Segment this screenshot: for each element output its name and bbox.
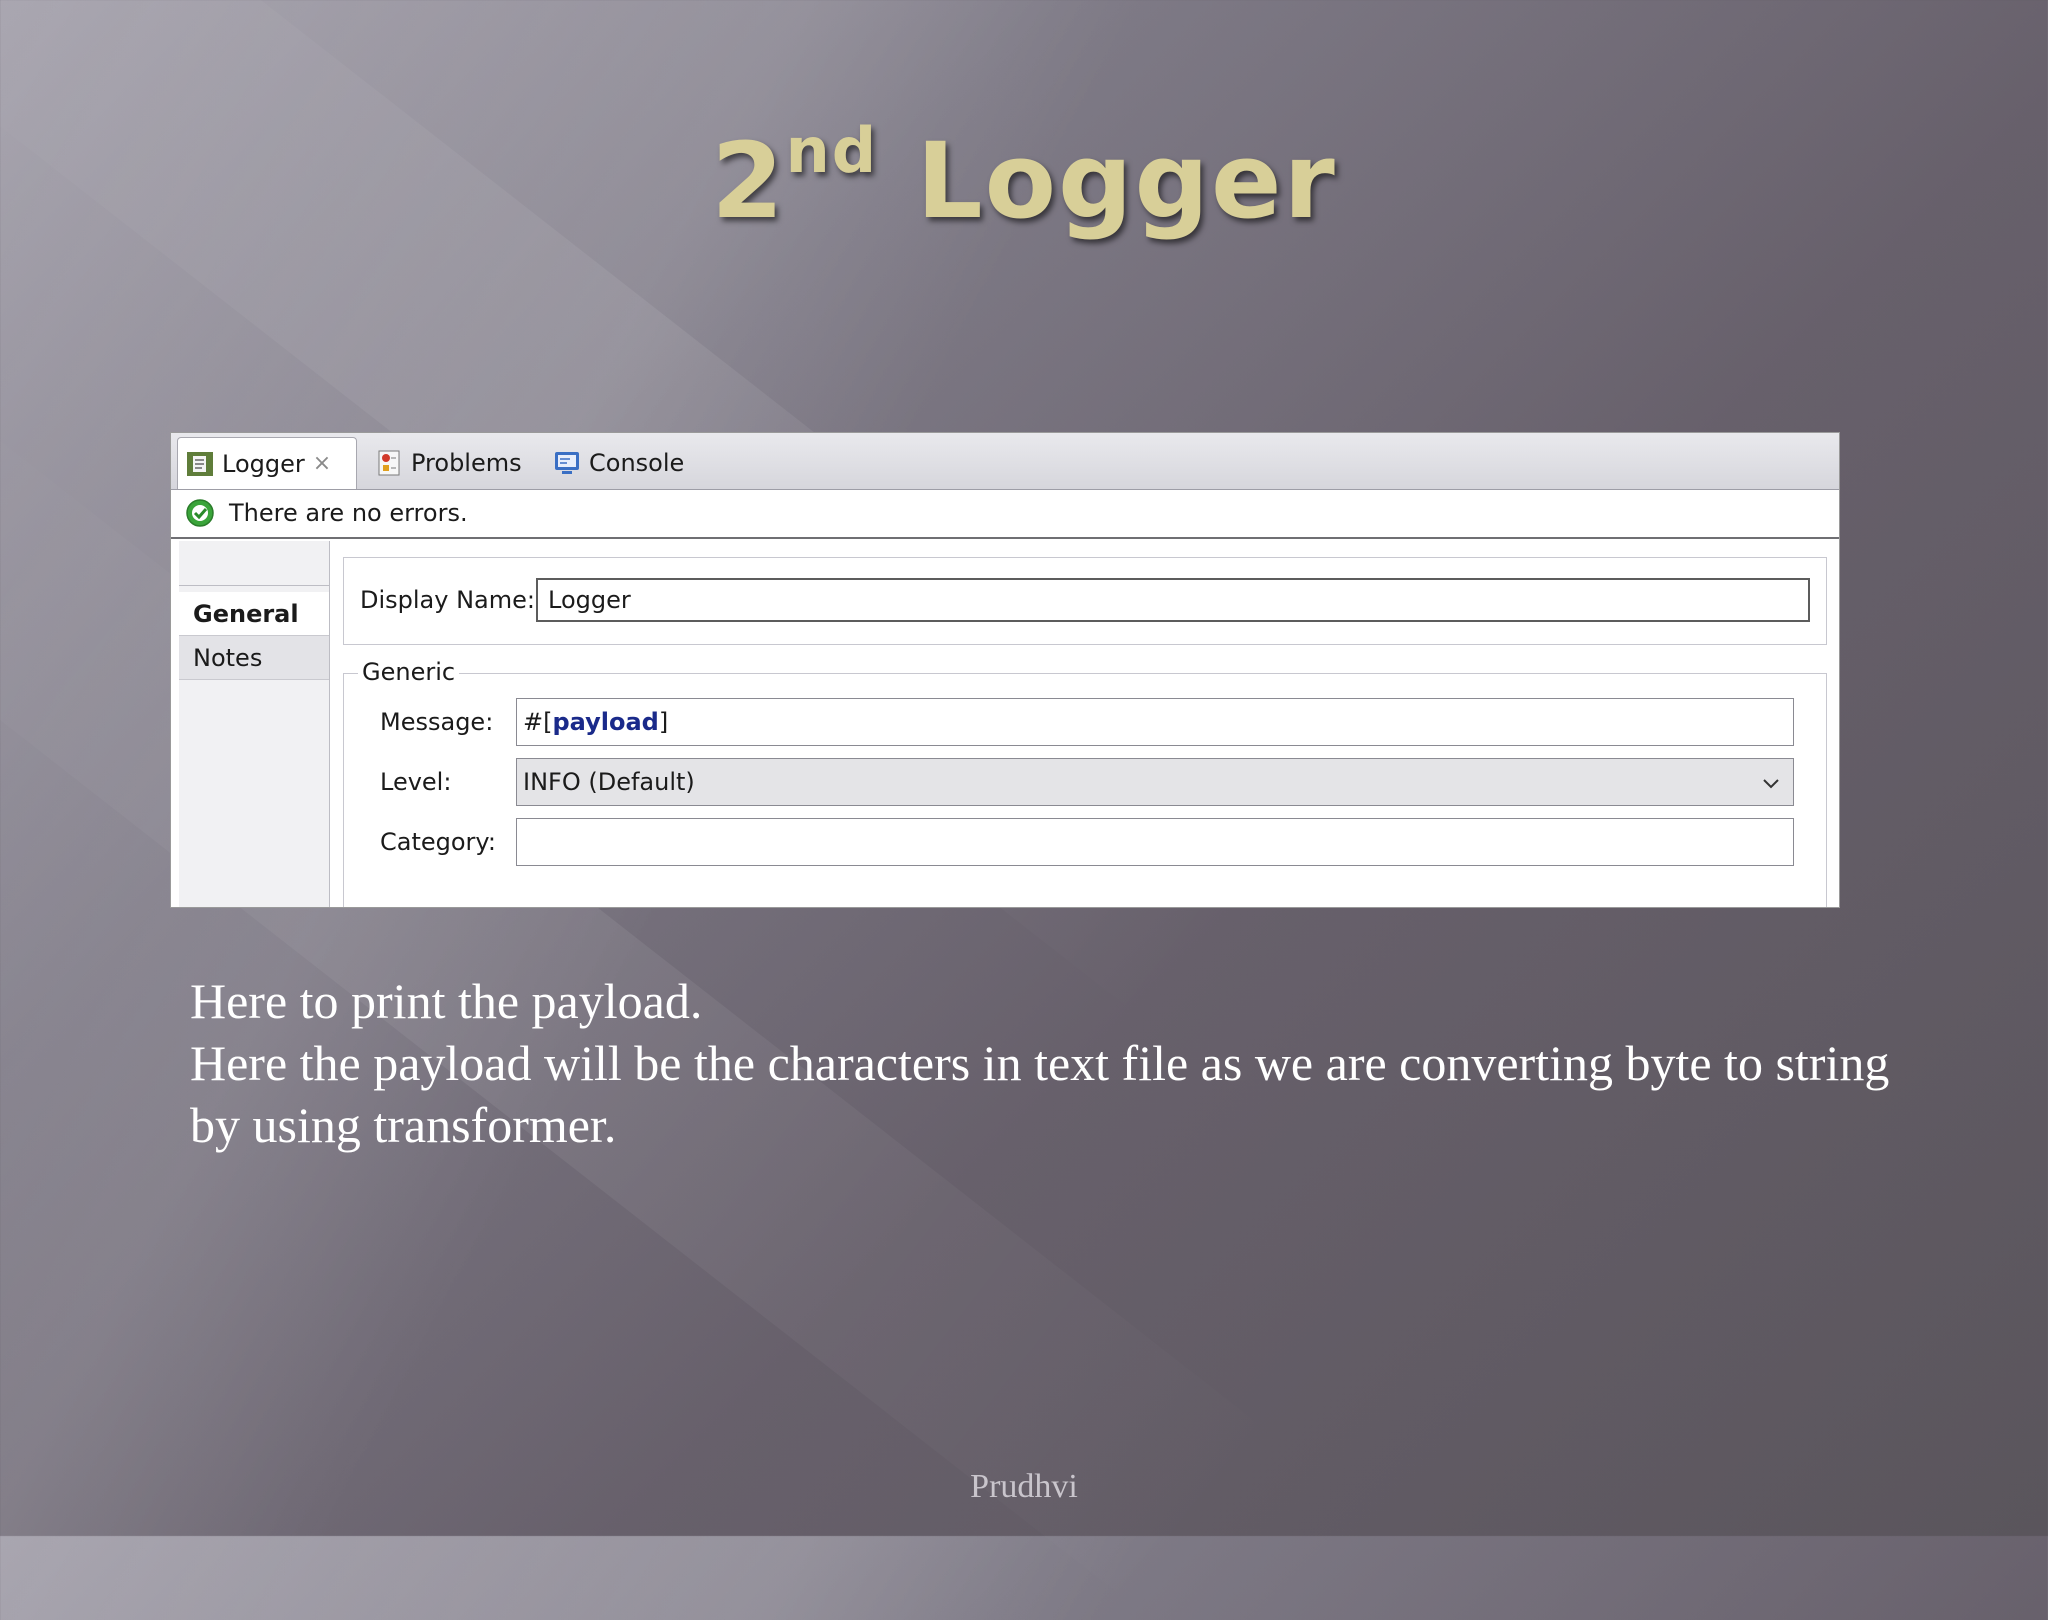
body-line: Here the payload will be the characters …	[190, 1035, 1890, 1153]
section-tabs: General Notes	[179, 541, 330, 907]
chevron-down-icon[interactable]	[1761, 768, 1781, 796]
display-name-label: Display Name:	[360, 586, 535, 614]
tab-label: Console	[589, 449, 685, 477]
section-tab-general[interactable]: General	[179, 592, 329, 636]
tab-label: Logger	[222, 449, 305, 478]
display-name-field[interactable]: Logger	[536, 578, 1810, 622]
generic-group: Generic Message: #[payload] Level: INFO …	[343, 658, 1827, 907]
problems-icon	[375, 449, 403, 477]
close-icon[interactable]: ×	[313, 451, 331, 476]
slide-body: Here to print the payload. Here the payl…	[190, 970, 1890, 1156]
level-label: Level:	[380, 768, 452, 796]
message-label: Message:	[380, 708, 494, 736]
validation-status: There are no errors.	[171, 489, 1839, 539]
expression-prefix: #[	[523, 708, 553, 736]
category-label: Category:	[380, 828, 496, 856]
logger-editor-icon	[186, 450, 214, 478]
display-name-box: Display Name: Logger	[343, 557, 1827, 645]
editor-tab-bar: Logger × Problems Console	[171, 433, 1839, 490]
tab-console[interactable]: Console	[545, 437, 692, 489]
slide-footer: Prudhvi	[970, 1468, 1078, 1505]
message-field[interactable]: #[payload]	[516, 698, 1794, 746]
level-value: INFO (Default)	[523, 768, 695, 796]
slide-title: 2nd Logger	[711, 114, 1337, 242]
tab-label: Problems	[411, 449, 522, 477]
expression-suffix: ]	[658, 708, 669, 736]
tab-logger[interactable]: Logger ×	[177, 437, 357, 489]
section-tab-notes[interactable]: Notes	[179, 636, 329, 680]
category-field[interactable]	[516, 818, 1794, 866]
general-section: Display Name: Logger Generic Message: #[…	[343, 557, 1827, 907]
level-select[interactable]: INFO (Default)	[516, 758, 1794, 806]
section-tabs-header	[179, 541, 329, 586]
body-line: Here to print the payload.	[190, 973, 703, 1029]
status-message: There are no errors.	[229, 499, 468, 527]
logger-properties-panel: Logger × Problems Console There are no e…	[170, 432, 1840, 908]
console-icon	[553, 449, 581, 477]
tab-problems[interactable]: Problems	[367, 437, 530, 489]
check-circle-icon	[185, 498, 215, 528]
expression-keyword: payload	[552, 708, 659, 736]
group-title: Generic	[358, 658, 460, 686]
